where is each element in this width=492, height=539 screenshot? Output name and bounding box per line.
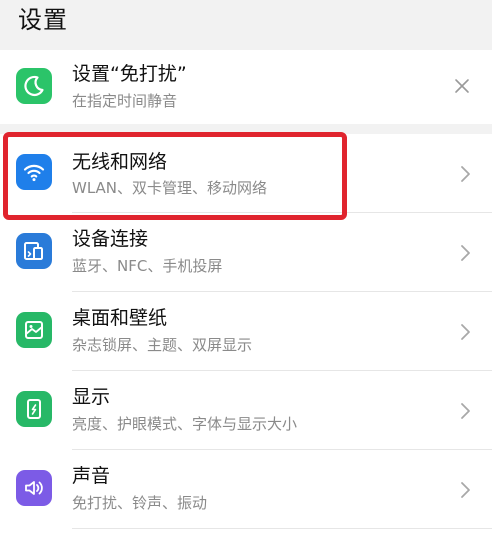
settings-item-sound[interactable]: 声音 免打扰、铃声、振动 [0,450,492,528]
settings-item-subtitle: 免打扰、铃声、振动 [72,494,208,512]
chevron-right-icon [461,403,470,419]
wallpaper-icon [16,312,52,348]
moon-icon [16,68,52,104]
chevron-right-icon [461,245,470,261]
settings-list: 无线和网络 WLAN、双卡管理、移动网络 设备连接 蓝牙、NFC、手机投屏 桌面… [0,134,492,539]
settings-item-wireless[interactable]: 无线和网络 WLAN、双卡管理、移动网络 [0,134,492,212]
settings-item-title: 声音 [72,465,111,487]
chevron-right-icon [461,324,470,340]
device-connect-icon [16,233,52,269]
close-icon[interactable] [454,78,470,94]
display-icon [16,391,52,427]
settings-item-title: 设备连接 [72,228,149,250]
dnd-title: 设置“免打扰” [72,63,187,85]
settings-item-subtitle: 亮度、护眼模式、字体与显示大小 [72,415,298,433]
settings-item-title: 桌面和壁纸 [72,307,168,329]
settings-item-subtitle: WLAN、双卡管理、移动网络 [72,179,268,197]
wifi-icon [16,154,52,190]
settings-item-subtitle: 杂志锁屏、主题、双屏显示 [72,336,253,354]
page-title: 设置 [18,6,68,34]
speaker-icon [16,470,52,506]
page-header: 设置 [0,0,492,48]
settings-item-title: 无线和网络 [72,151,168,173]
divider [72,528,492,529]
settings-item-display[interactable]: 显示 亮度、护眼模式、字体与显示大小 [0,371,492,449]
chevron-right-icon [461,166,470,182]
settings-item-title: 显示 [72,386,111,408]
chevron-right-icon [461,482,470,498]
settings-item-desktop-wallpaper[interactable]: 桌面和壁纸 杂志锁屏、主题、双屏显示 [0,292,492,370]
settings-item-device-connection[interactable]: 设备连接 蓝牙、NFC、手机投屏 [0,213,492,291]
dnd-card[interactable]: 设置“免打扰” 在指定时间静音 [0,50,492,124]
settings-item-subtitle: 蓝牙、NFC、手机投屏 [72,257,223,275]
dnd-subtitle: 在指定时间静音 [72,92,178,110]
